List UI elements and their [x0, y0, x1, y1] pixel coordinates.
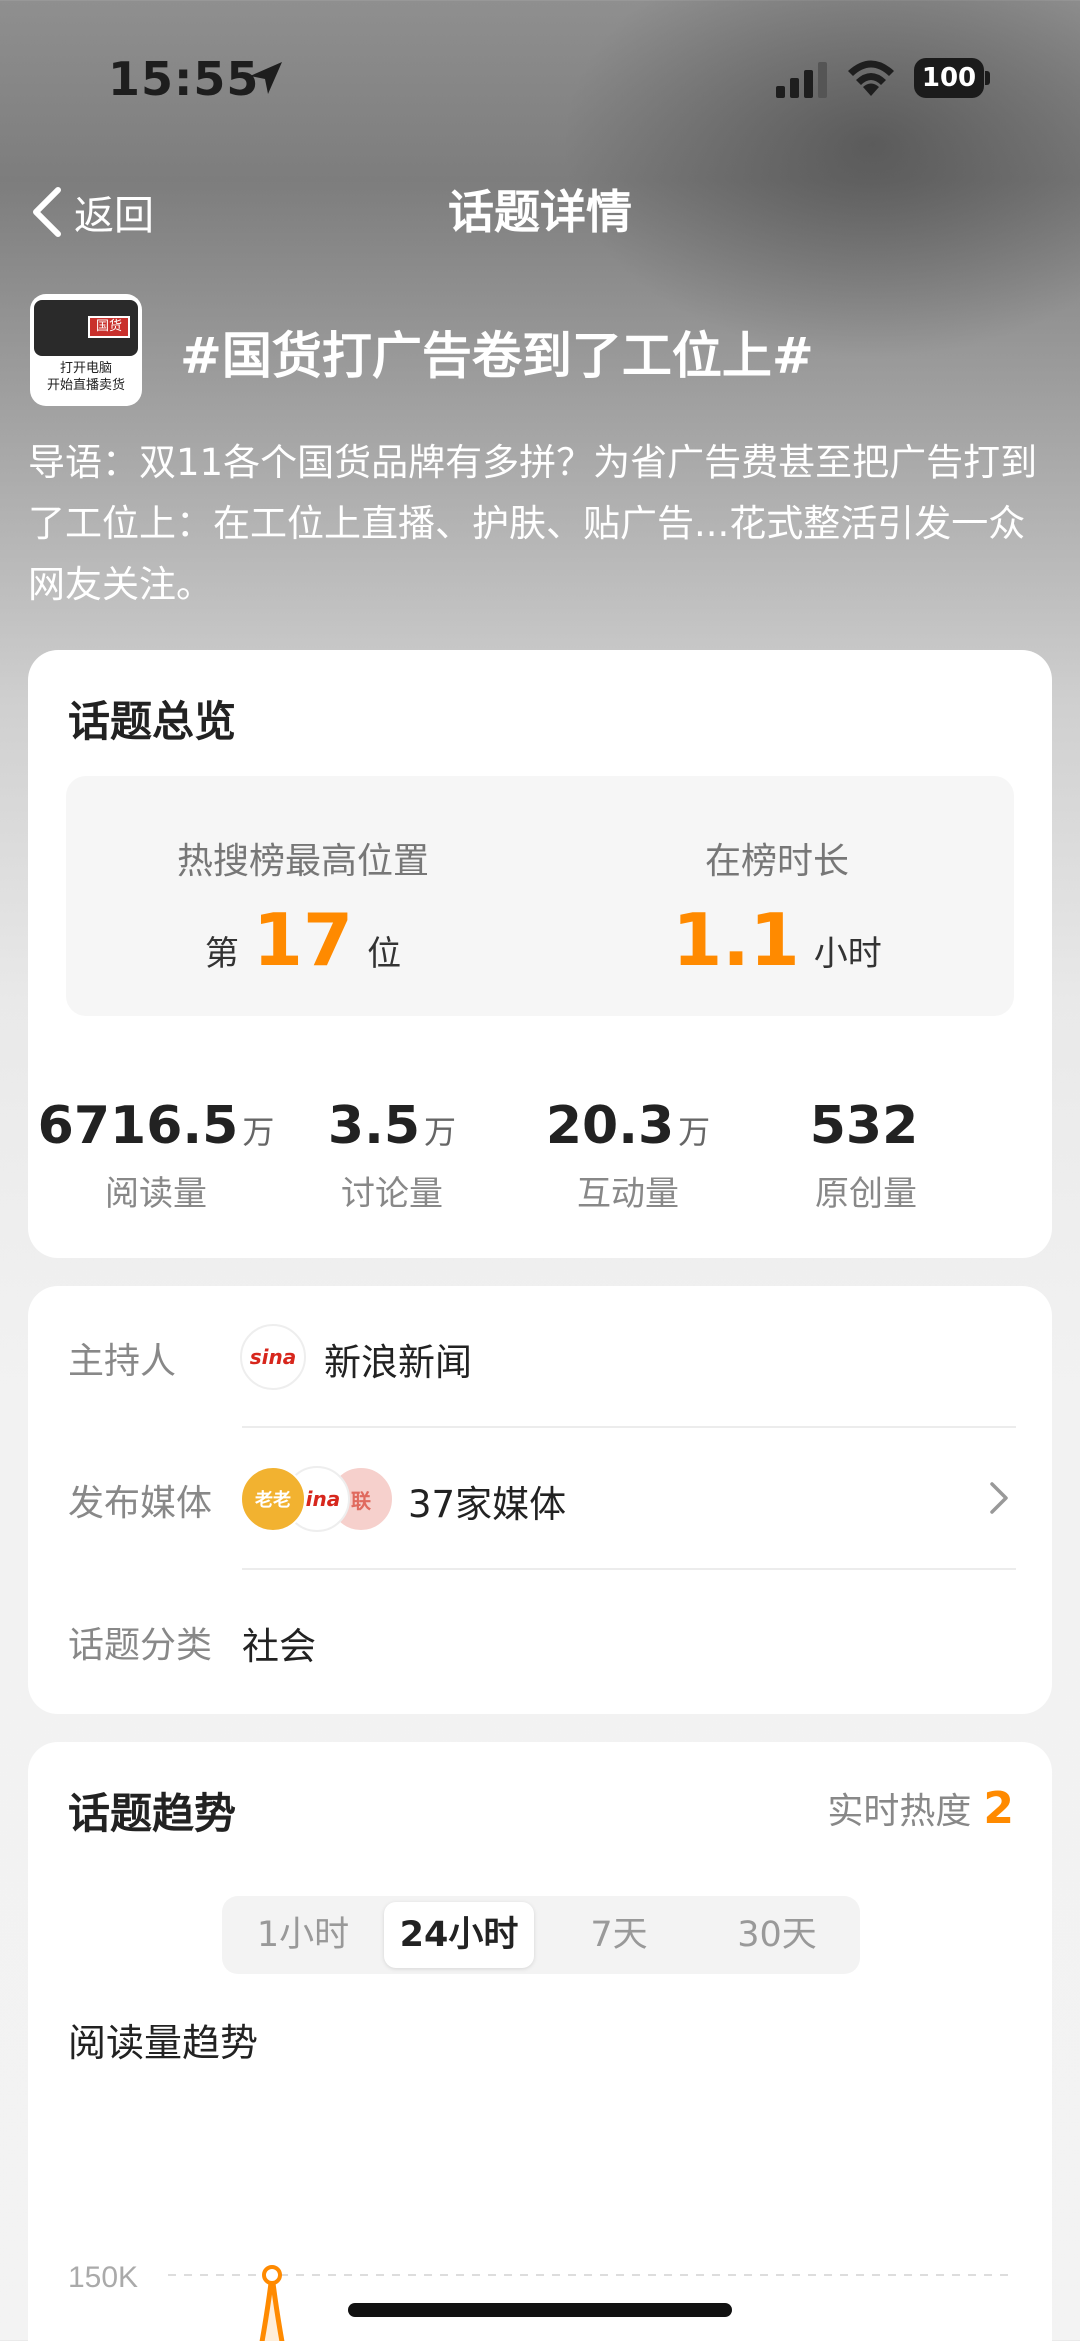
realtime-heat-label: 实时热度 [827, 1791, 972, 1832]
info-card: 主持人 sina 新浪新闻 发布媒体 老老 sina 联 37家媒体 话题分类 … [28, 1286, 1052, 1714]
topic-thumbnail[interactable]: 国货 打开电脑 开始直播卖货 [30, 294, 142, 406]
y-tick-label: 150K [68, 2261, 138, 2294]
thumbnail-tag: 国货 [88, 316, 130, 338]
media-avatar: 老老 [240, 1466, 306, 1532]
time-range-tabs: 1小时 24小时 7天 30天 [222, 1896, 860, 1974]
host-avatar-text: sina [249, 1345, 297, 1369]
media-avatar-text: 老老 [255, 1490, 291, 1511]
tab-7-days[interactable]: 7天 [544, 1902, 694, 1968]
category-label: 话题分类 [68, 1625, 213, 1666]
host-label: 主持人 [68, 1341, 177, 1382]
status-time: 15:55 [108, 52, 260, 106]
realtime-heat: 实时热度 2 [827, 1782, 1014, 1834]
stat-label: 阅读量 [105, 1174, 207, 1214]
chart-title: 阅读量趋势 [68, 2021, 259, 2065]
tab-24-hours[interactable]: 24小时 [384, 1902, 534, 1968]
peak-rank-prefix: 第 [204, 934, 239, 974]
host-name: 新浪新闻 [324, 1341, 472, 1384]
tab-1-hour[interactable]: 1小时 [228, 1902, 378, 1968]
duration-label: 在榜时长 [704, 841, 849, 882]
media-avatar-text: 联 [351, 1488, 371, 1513]
stat-value: 532 [809, 1096, 919, 1156]
peak-rank-label: 热搜榜最高位置 [176, 841, 429, 882]
duration-block: 在榜时长 1.1 小时 [540, 776, 1014, 1016]
stat-originals: 532 原创量 [738, 1096, 994, 1215]
stat-interactions: 20.3 万 互动量 [500, 1096, 756, 1215]
peak-rank-value: 17 [252, 898, 354, 982]
stat-value: 6716.5 [37, 1096, 239, 1156]
peak-rank-block: 热搜榜最高位置 第 17 位 [66, 776, 540, 1016]
stat-label: 原创量 [815, 1174, 917, 1214]
location-arrow-icon [250, 62, 282, 94]
topic-intro: 导语：双11各个国货品牌有多拼？为省广告费甚至把广告打到了工位上：在工位上直播、… [28, 441, 1038, 606]
data-point-peak[interactable] [262, 2265, 282, 2285]
cellular-signal-icon [776, 62, 827, 98]
media-row[interactable]: 发布媒体 老老 sina 联 37家媒体 [28, 1428, 1052, 1570]
stat-discussions: 3.5 万 讨论量 [264, 1096, 520, 1215]
host-row[interactable]: 主持人 sina 新浪新闻 [28, 1286, 1052, 1428]
duration-value: 1.1 [672, 898, 800, 982]
stat-value: 3.5 [327, 1096, 421, 1156]
duration-suffix: 小时 [813, 934, 882, 974]
peak-rank-suffix: 位 [367, 934, 402, 974]
tab-30-days[interactable]: 30天 [702, 1902, 852, 1968]
stat-value: 20.3 [545, 1096, 675, 1156]
media-label: 发布媒体 [68, 1483, 213, 1524]
battery-level: 100 [914, 58, 984, 98]
category-row: 话题分类 社会 [28, 1570, 1052, 1712]
stat-unit: 万 [678, 1113, 711, 1151]
chevron-right-icon [990, 1482, 1008, 1514]
stat-label: 互动量 [577, 1174, 679, 1214]
thumbnail-caption: 打开电脑 开始直播卖货 [46, 361, 125, 393]
stat-label: 讨论量 [341, 1174, 443, 1214]
page-title: 话题详情 [448, 185, 632, 239]
topic-title: #国货打广告卷到了工位上# [180, 327, 814, 385]
battery-tip [985, 71, 990, 85]
thumbnail-image: 国货 [34, 300, 138, 356]
category-value: 社会 [242, 1625, 316, 1668]
ranking-summary: 热搜榜最高位置 第 17 位 在榜时长 1.1 小时 [66, 776, 1014, 1016]
battery-icon: 100 [914, 58, 990, 98]
realtime-heat-value: 2 [983, 1783, 1014, 1834]
home-indicator[interactable] [348, 2303, 732, 2317]
trend-card: 话题趋势 实时热度 2 1小时 24小时 7天 30天 阅读量趋势 150K10… [28, 1742, 1052, 2341]
topic-header: 国货 打开电脑 开始直播卖货 #国货打广告卷到了工位上# [30, 294, 1050, 406]
trend-title: 话题趋势 [68, 1789, 237, 1838]
stats-row: 6716.5 万 阅读量 3.5 万 讨论量 20.3 万 互动量 532 原创 [28, 1096, 1052, 1216]
stat-reads: 6716.5 万 阅读量 [28, 1096, 284, 1215]
navigation-bar: 返回 话题详情 [0, 160, 1080, 260]
overview-card: 话题总览 热搜榜最高位置 第 17 位 在榜时长 1.1 小时 6716.5 万… [28, 650, 1052, 1258]
wifi-icon [848, 60, 894, 96]
media-count: 37家媒体 [408, 1483, 567, 1526]
host-avatar: sina [240, 1324, 306, 1390]
stat-unit: 万 [424, 1113, 457, 1151]
status-bar: 15:55 100 [0, 0, 1080, 160]
overview-title: 话题总览 [68, 697, 237, 746]
